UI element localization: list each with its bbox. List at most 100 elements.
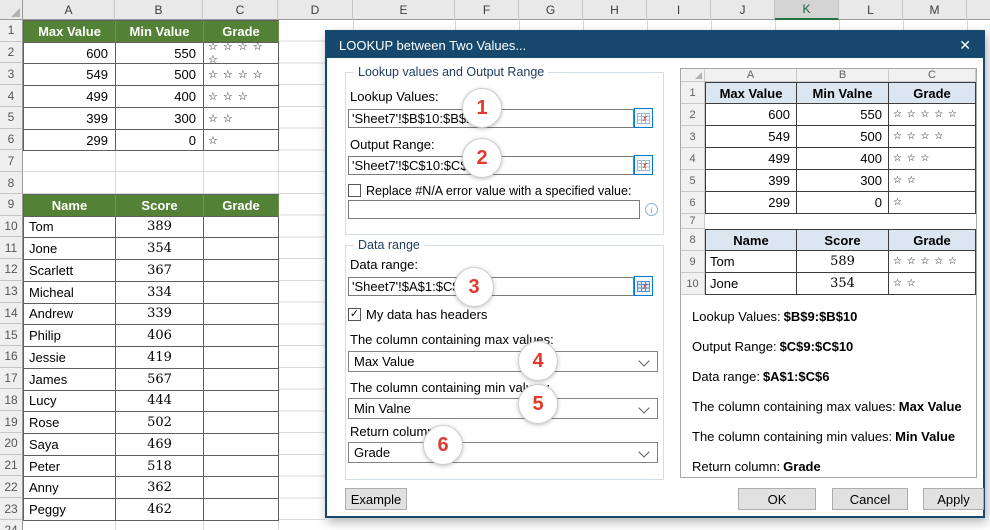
header-cell-max-value[interactable]: Max Value	[24, 21, 116, 43]
min-value-cell[interactable]: 400	[116, 86, 204, 108]
min-value-cell[interactable]: 300	[116, 107, 204, 130]
row-header[interactable]: 9	[0, 193, 23, 216]
row-header[interactable]: 6	[0, 128, 23, 151]
header-cell-name[interactable]: Name	[24, 194, 116, 217]
row-header[interactable]: 4	[0, 85, 23, 107]
column-header[interactable]: I	[647, 0, 711, 20]
grade-stars-cell[interactable]: ☆ ☆ ☆ ☆ ☆	[204, 42, 279, 65]
row-header[interactable]: 14	[0, 302, 23, 325]
grade-empty-cell[interactable]	[204, 325, 279, 348]
replace-na-checkbox[interactable]	[348, 184, 361, 197]
max-value-cell[interactable]: 299	[24, 129, 116, 152]
grade-stars-cell[interactable]: ☆ ☆	[204, 107, 279, 130]
column-header[interactable]: H	[583, 0, 647, 20]
row-header[interactable]: 17	[0, 367, 23, 390]
name-cell[interactable]: James	[24, 368, 116, 391]
column-header[interactable]	[967, 0, 990, 20]
sheet-grid-top-strip[interactable]	[326, 20, 990, 30]
score-cell[interactable]: 518	[116, 455, 204, 478]
column-header[interactable]: C	[203, 0, 278, 20]
name-cell[interactable]: Rose	[24, 412, 116, 434]
grade-stars-cell[interactable]: ☆	[204, 129, 279, 152]
name-cell[interactable]: Jessie	[24, 347, 116, 369]
name-cell[interactable]: Lucy	[24, 390, 116, 413]
column-header[interactable]: E	[353, 0, 455, 20]
row-header[interactable]: 24	[0, 519, 23, 530]
info-icon[interactable]: i	[645, 203, 658, 216]
grade-empty-cell[interactable]	[204, 347, 279, 369]
score-cell[interactable]: 334	[116, 281, 204, 304]
score-cell[interactable]: 567	[116, 368, 204, 391]
row-header[interactable]: 22	[0, 476, 23, 499]
min-column-dropdown[interactable]: Min Valne	[348, 398, 658, 419]
name-cell[interactable]: Anny	[24, 477, 116, 500]
row-header[interactable]: 15	[0, 324, 23, 347]
column-header[interactable]: A	[23, 0, 115, 20]
header-cell-score[interactable]: Score	[116, 194, 204, 217]
grade-stars-cell[interactable]: ☆ ☆ ☆	[204, 86, 279, 108]
row-header[interactable]: 3	[0, 63, 23, 86]
row-header[interactable]: 23	[0, 498, 23, 520]
name-cell[interactable]: Peter	[24, 455, 116, 478]
score-cell[interactable]: 406	[116, 325, 204, 348]
score-cell[interactable]: 469	[116, 433, 204, 456]
grade-stars-cell[interactable]: ☆ ☆ ☆ ☆	[204, 64, 279, 87]
name-cell[interactable]: Tom	[24, 216, 116, 239]
grade-empty-cell[interactable]	[204, 390, 279, 413]
max-value-cell[interactable]: 600	[24, 42, 116, 65]
score-cell[interactable]: 339	[116, 303, 204, 326]
min-value-cell[interactable]: 550	[116, 42, 204, 65]
range-picker-icon[interactable]	[634, 155, 653, 175]
column-header[interactable]: K	[775, 0, 839, 20]
column-header[interactable]: L	[839, 0, 903, 20]
name-cell[interactable]: Peggy	[24, 499, 116, 521]
grade-empty-cell[interactable]	[204, 455, 279, 478]
name-cell[interactable]: Jone	[24, 238, 116, 261]
dialog-titlebar[interactable]: LOOKUP between Two Values... ✕	[327, 32, 983, 58]
min-value-cell[interactable]: 0	[116, 129, 204, 152]
column-header[interactable]: G	[519, 0, 583, 20]
row-header[interactable]: 7	[0, 150, 23, 173]
row-header[interactable]: 12	[0, 259, 23, 281]
score-cell[interactable]: 354	[116, 238, 204, 261]
row-header[interactable]: 5	[0, 106, 23, 129]
name-cell[interactable]: Andrew	[24, 303, 116, 326]
apply-button[interactable]: Apply	[923, 488, 984, 510]
grade-empty-cell[interactable]	[204, 303, 279, 326]
score-cell[interactable]: 389	[116, 216, 204, 239]
range-picker-icon[interactable]	[634, 276, 653, 296]
max-value-cell[interactable]: 399	[24, 107, 116, 130]
has-headers-checkbox[interactable]: ✓	[348, 308, 361, 321]
row-header[interactable]: 11	[0, 237, 23, 260]
score-cell[interactable]: 444	[116, 390, 204, 413]
max-column-dropdown[interactable]: Max Value	[348, 351, 658, 372]
score-cell[interactable]: 462	[116, 499, 204, 521]
row-header[interactable]: 10	[0, 215, 23, 238]
return-column-dropdown[interactable]: Grade	[348, 442, 658, 463]
column-header[interactable]: F	[455, 0, 519, 20]
row-header[interactable]: 16	[0, 346, 23, 368]
row-header[interactable]: 1	[0, 20, 23, 42]
grade-empty-cell[interactable]	[204, 216, 279, 239]
grade-empty-cell[interactable]	[204, 412, 279, 434]
header-cell-grade[interactable]: Grade	[204, 21, 279, 43]
column-header[interactable]: J	[711, 0, 775, 20]
row-header[interactable]: 2	[0, 41, 23, 64]
name-cell[interactable]: Micheal	[24, 281, 116, 304]
column-header[interactable]: M	[903, 0, 967, 20]
min-value-cell[interactable]: 500	[116, 64, 204, 87]
header-cell-min-value[interactable]: Min Value	[116, 21, 204, 43]
example-button[interactable]: Example	[345, 488, 407, 510]
cancel-button[interactable]: Cancel	[832, 488, 908, 510]
max-value-cell[interactable]: 549	[24, 64, 116, 87]
column-header[interactable]: D	[278, 0, 353, 20]
row-header[interactable]: 20	[0, 432, 23, 455]
grade-empty-cell[interactable]	[204, 238, 279, 261]
header-cell-grade2[interactable]: Grade	[204, 194, 279, 217]
score-cell[interactable]: 362	[116, 477, 204, 500]
score-cell[interactable]: 502	[116, 412, 204, 434]
max-value-cell[interactable]: 499	[24, 86, 116, 108]
grade-empty-cell[interactable]	[204, 368, 279, 391]
row-header[interactable]: 18	[0, 389, 23, 412]
row-header[interactable]: 19	[0, 411, 23, 433]
